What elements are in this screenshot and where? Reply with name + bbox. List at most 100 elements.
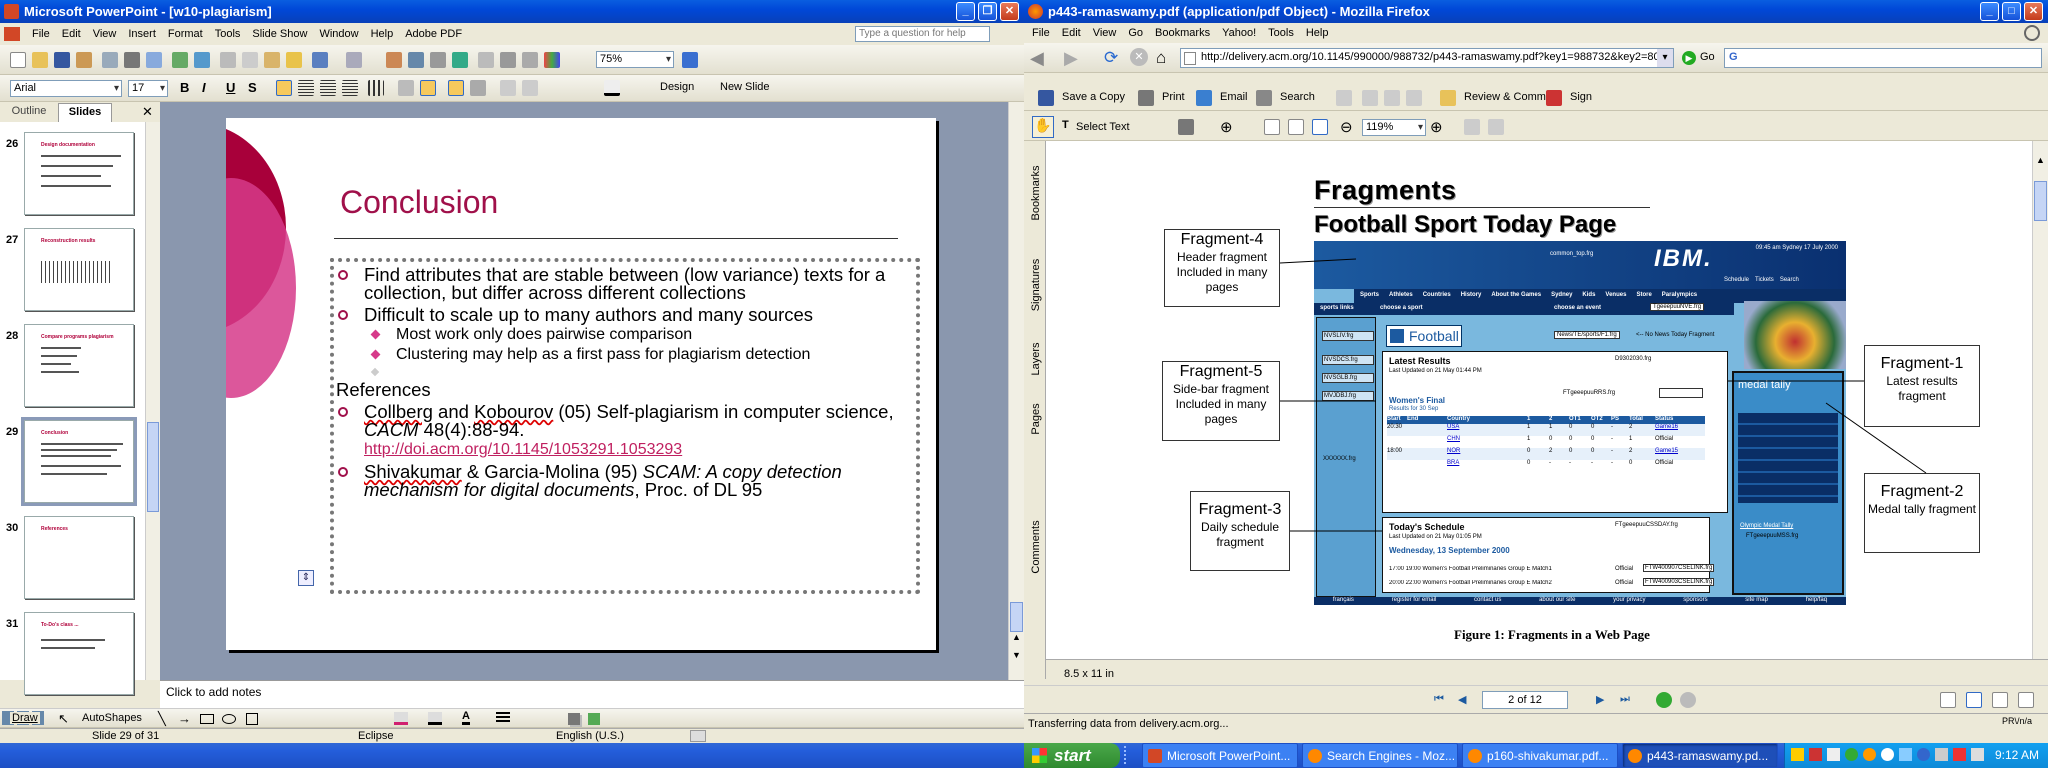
first-page-icon[interactable]: ⏮ (1434, 693, 1444, 706)
ppt-title-bar[interactable]: Microsoft PowerPoint - [w10-plagiarism] … (0, 0, 1024, 23)
spell-check-icon[interactable] (1336, 90, 1352, 106)
menu-bookmarks[interactable]: Bookmarks (1149, 27, 1216, 39)
pane-close-icon[interactable]: ✕ (142, 104, 153, 120)
start-button[interactable]: start (1024, 743, 1120, 768)
line-color-icon[interactable] (428, 712, 442, 725)
menu-format[interactable]: Format (162, 28, 209, 40)
taskbar-item-shivakumar[interactable]: p160-shivakumar.pdf... (1462, 743, 1618, 768)
url-bar[interactable]: http://delivery.acm.org/10.1145/990000/9… (1180, 48, 1674, 68)
scroll-up-icon[interactable]: ▲ (2036, 155, 2045, 165)
back-icon[interactable]: ◀ (1030, 48, 1044, 69)
fit-page-icon[interactable] (1288, 119, 1304, 135)
fill-color-icon[interactable] (394, 712, 408, 725)
tab-bookmarks[interactable]: Bookmarks (1030, 153, 1042, 233)
bullets-icon[interactable] (420, 80, 436, 96)
align-right-icon[interactable] (320, 80, 336, 96)
tray-icon[interactable] (1809, 748, 1822, 761)
font-size-select[interactable]: 17 (128, 80, 168, 97)
scroll-thumb[interactable] (2034, 181, 2047, 221)
color-grayscale-icon[interactable] (544, 52, 560, 68)
menu-slide-show[interactable]: Slide Show (246, 28, 313, 40)
tab-pages[interactable]: Pages (1030, 379, 1042, 459)
insert-chart-icon[interactable] (386, 52, 402, 68)
line-icon[interactable]: ╲ (158, 711, 166, 727)
pane-scrollbar[interactable] (145, 122, 160, 680)
font-name-select[interactable]: Arial (10, 80, 122, 97)
select-text-icon[interactable]: T (1062, 119, 1069, 131)
slide-thumbnail-26[interactable]: Design documentation (24, 132, 134, 215)
insert-table-icon[interactable] (408, 52, 424, 68)
tray-icon[interactable] (1881, 748, 1894, 761)
menu-view[interactable]: View (1087, 27, 1123, 39)
zoom-in-icon[interactable]: ⊕ (1220, 118, 1233, 136)
increase-indent-icon[interactable] (470, 80, 486, 96)
snapshot-icon[interactable] (1178, 119, 1194, 135)
show-formatting-icon[interactable] (500, 52, 516, 68)
expand-all-icon[interactable] (478, 52, 494, 68)
menu-file[interactable]: File (1026, 27, 1056, 39)
email-icon[interactable] (1196, 90, 1212, 106)
rotate2-icon[interactable] (1488, 119, 1504, 135)
maximize-button[interactable]: □ (2002, 2, 2021, 21)
open-icon[interactable] (32, 52, 48, 68)
fit-width-icon[interactable] (1312, 119, 1328, 135)
font-color-draw-icon[interactable]: A (462, 710, 470, 725)
search-engine-icon[interactable]: G (1729, 51, 1738, 63)
notes-placeholder[interactable]: Click to add notes (166, 685, 261, 699)
save-copy-icon[interactable] (1038, 90, 1054, 106)
rotate-icon[interactable] (1464, 119, 1480, 135)
tray-icon[interactable] (1845, 748, 1858, 761)
search-button[interactable]: Search (1280, 91, 1315, 103)
last-page-icon[interactable]: ⏭ (1620, 693, 1630, 706)
arrow-icon[interactable]: → (178, 711, 191, 726)
sign-icon[interactable] (1546, 90, 1562, 106)
email-button[interactable]: Email (1220, 91, 1248, 103)
autofit-options-icon[interactable]: ⇕ (298, 570, 314, 586)
taskbar-item-ramaswamy[interactable]: p443-ramaswamy.pd... (1622, 743, 1778, 768)
shadow-button[interactable]: S (248, 80, 257, 95)
minimize-button[interactable]: _ (1980, 2, 1999, 21)
decrease-indent-icon[interactable] (448, 80, 464, 96)
go-icon[interactable]: ▶ (1682, 51, 1696, 65)
font-color-icon[interactable] (604, 80, 620, 96)
url-dropdown-icon[interactable]: ▾ (1657, 49, 1673, 67)
print-button[interactable]: Print (1162, 91, 1185, 103)
menu-help[interactable]: Help (365, 28, 400, 40)
copy-icon[interactable] (242, 52, 258, 68)
increase-font-icon[interactable] (500, 80, 516, 96)
research-icon[interactable] (194, 52, 210, 68)
numbering-icon[interactable] (398, 80, 414, 96)
scroll-thumb[interactable] (147, 422, 159, 512)
bold-button[interactable]: B (180, 80, 189, 95)
menu-view[interactable]: View (87, 28, 123, 40)
new-icon[interactable] (10, 52, 26, 68)
close-button[interactable]: ✕ (2024, 2, 2043, 21)
home-icon[interactable]: ⌂ (1156, 48, 1166, 68)
spelling-icon[interactable] (172, 52, 188, 68)
draw-menu[interactable]: Draw (10, 712, 40, 724)
taskbar-item-powerpoint[interactable]: Microsoft PowerPoint... (1142, 743, 1298, 768)
tray-icon[interactable] (1917, 748, 1930, 761)
justify-icon[interactable] (342, 80, 358, 96)
redo-icon[interactable] (1384, 90, 1400, 106)
print-preview-icon[interactable] (146, 52, 162, 68)
forward-icon[interactable]: ▶ (1064, 48, 1078, 69)
next-slide-icon[interactable]: ▼ (1012, 650, 1021, 660)
search-icon[interactable] (1256, 90, 1272, 106)
clock[interactable]: 9:12 AM (1995, 748, 2039, 762)
underline-button[interactable]: U (226, 80, 235, 95)
menu-window[interactable]: Window (313, 28, 364, 40)
help-icon[interactable] (682, 52, 698, 68)
permission-icon[interactable] (76, 52, 92, 68)
menu-file[interactable]: File (26, 28, 56, 40)
align-center-icon[interactable] (298, 80, 314, 96)
save-copy-button[interactable]: Save a Copy (1062, 91, 1125, 103)
tray-icon[interactable] (1899, 748, 1912, 761)
tab-signatures[interactable]: Signatures (1030, 245, 1042, 325)
slide-title[interactable]: Conclusion (340, 184, 498, 221)
zoom-select[interactable]: 119% (1362, 119, 1426, 136)
search-box[interactable]: G (1724, 48, 2042, 68)
menu-tools[interactable]: Tools (209, 28, 247, 40)
select-text-button[interactable]: Select Text (1076, 121, 1130, 133)
slide-thumbnail-29[interactable]: Conclusion (21, 417, 137, 506)
